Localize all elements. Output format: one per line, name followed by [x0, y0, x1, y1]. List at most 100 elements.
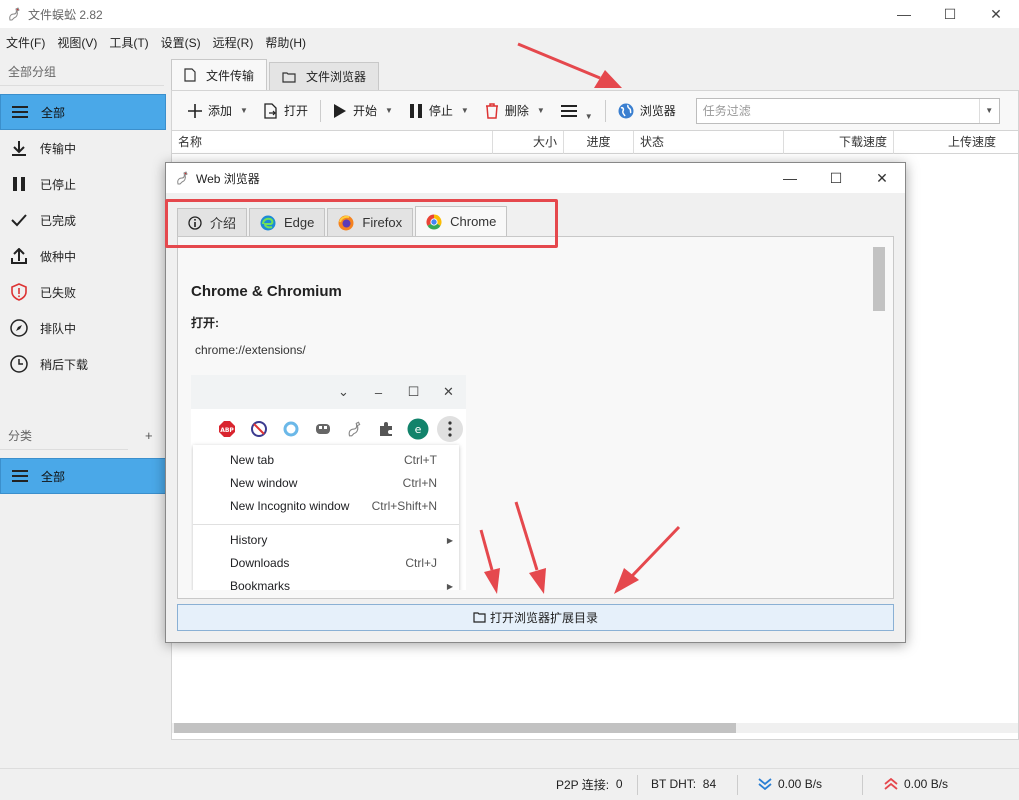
panel-heading: Chrome & Chromium [191, 283, 342, 300]
column-status[interactable]: 状态 [634, 131, 784, 154]
shield-alert-icon [10, 283, 28, 301]
title-bar: 文件蜈蚣 2.82 — ☐ ✕ [0, 0, 1019, 28]
column-progress[interactable]: 进度 [564, 131, 634, 154]
chrome-extension-bar: ABP e [191, 409, 466, 449]
pause-icon [409, 103, 423, 119]
chevron-down-icon[interactable]: ▼ [978, 98, 999, 123]
sidebar-item-failed[interactable]: 已失败 [0, 274, 166, 310]
sidebar-item-seeding[interactable]: 做种中 [0, 238, 166, 274]
open-label: 打开: [191, 316, 219, 330]
toolbar-divider [604, 99, 606, 122]
chevron-right-icon: ▶ [446, 581, 453, 591]
sidebar-item-completed[interactable]: 已完成 [0, 202, 166, 238]
status-divider [862, 775, 863, 795]
pause-icon [10, 175, 28, 193]
chevron-down-icon: ▼ [240, 106, 248, 115]
dialog-maximize-button[interactable]: ☐ [813, 163, 859, 193]
add-button[interactable]: 添加 ▼ [180, 97, 256, 125]
task-filter-combobox[interactable]: ▼ [695, 97, 1000, 124]
sidebar-item-transferring[interactable]: 传输中 [0, 130, 166, 166]
chrome-menu-screenshot: ⌄ – ☐ ✕ ABP e New tab Ctrl+T New window Ct… [191, 375, 466, 590]
menu-remote[interactable]: 远程(R) [207, 34, 260, 51]
open-extensions-folder-button[interactable]: 打开浏览器扩展目录 [177, 604, 894, 631]
stop-button[interactable]: 停止 ▼ [401, 97, 477, 125]
sidebar-item-later[interactable]: 稍后下载 [0, 346, 166, 382]
column-name[interactable]: 名称 [172, 131, 493, 154]
bt-dht-count: BT DHT: 84 [651, 777, 717, 791]
column-upload-speed[interactable]: 上传速度 [894, 131, 1002, 154]
tab-file-browser[interactable]: 文件浏览器 [269, 62, 380, 90]
minimize-button[interactable]: — [881, 0, 927, 28]
maximize-button[interactable]: ☐ [927, 0, 973, 28]
sidebar-item-label: 做种中 [40, 249, 77, 264]
trash-icon [485, 102, 499, 119]
sidebar-item-label: 传输中 [40, 141, 77, 156]
close-button[interactable]: ✕ [973, 0, 1019, 28]
column-download-speed[interactable]: 下载速度 [784, 131, 894, 154]
category-item-all[interactable]: 全部 [0, 458, 166, 494]
kebab-menu-icon [434, 416, 466, 442]
compass-icon [10, 319, 28, 337]
more-menu-button[interactable]: ▼ [553, 97, 601, 125]
download-icon [10, 139, 28, 157]
delete-button[interactable]: 删除 ▼ [477, 97, 553, 125]
menu-item-new-window: New window Ctrl+N [230, 476, 437, 490]
menu-help[interactable]: 帮助(H) [259, 34, 312, 51]
sidebar-item-label: 排队中 [40, 321, 77, 336]
menu-bar: 文件(F) 视图(V) 工具(T) 设置(S) 远程(R) 帮助(H) [0, 30, 312, 54]
double-chevron-up-icon [884, 778, 898, 790]
menu-item-bookmarks: Bookmarks ▶ [230, 579, 453, 591]
dialog-close-button[interactable]: ✕ [859, 163, 905, 193]
status-divider [637, 775, 638, 795]
start-button[interactable]: 开始 ▼ [325, 97, 401, 125]
window-title: 文件蜈蚣 2.82 [28, 7, 103, 22]
hamburger-menu-icon [560, 104, 577, 118]
main-tabs: 文件传输 文件浏览器 [171, 58, 1019, 90]
sidebar-item-queued[interactable]: 排队中 [0, 310, 166, 346]
category-item-label: 全部 [41, 469, 66, 484]
tab-file-transfer[interactable]: 文件传输 [171, 59, 268, 90]
maximize-icon: ☐ [407, 384, 420, 399]
groups-header: 全部分组 [0, 58, 164, 86]
browser-button[interactable]: 浏览器 [610, 97, 684, 125]
close-icon: ✕ [443, 384, 454, 399]
minimize-icon: – [374, 384, 383, 400]
sidebar-item-label: 全部 [41, 105, 66, 120]
chrome-dropdown-menu: New tab Ctrl+T New window Ctrl+N New Incog… [193, 445, 459, 590]
toolbar: 添加 ▼ 打开 开始 ▼ 停止 ▼ 删除 ▼ ▼ 浏览器 任务过滤 ▼ [171, 90, 1019, 130]
chrome-window-controls: ⌄ – ☐ ✕ [191, 375, 466, 409]
task-table-header: 名称 大小 进度 状态 下载速度 上传速度 [171, 130, 1019, 154]
dialog-minimize-button[interactable]: — [767, 163, 813, 193]
column-size[interactable]: 大小 [493, 131, 564, 154]
upload-icon [10, 247, 28, 265]
add-category-button[interactable]: + [145, 428, 153, 443]
gamepad-icon [307, 420, 339, 438]
scrollbar-thumb[interactable] [174, 723, 736, 733]
chevron-down-icon: ▼ [460, 106, 469, 115]
sidebar-item-label: 稍后下载 [40, 357, 89, 372]
chevron-down-icon: ▼ [584, 112, 593, 121]
download-speed: 0.00 B/s [758, 769, 822, 799]
menu-file[interactable]: 文件(F) [0, 34, 51, 51]
profile-avatar-icon: e [402, 418, 434, 440]
menu-settings[interactable]: 设置(S) [155, 34, 207, 51]
horizontal-scrollbar[interactable] [172, 723, 1018, 733]
open-file-icon [264, 102, 278, 119]
chevron-down-icon: ▼ [384, 106, 393, 115]
menu-item-new-incognito: New Incognito window Ctrl+Shift+N [230, 499, 437, 513]
vertical-scrollbar-thumb[interactable] [873, 247, 885, 311]
block-icon [243, 420, 275, 438]
menu-tools[interactable]: 工具(T) [103, 34, 154, 51]
sidebar-item-stopped[interactable]: 已停止 [0, 166, 166, 202]
menu-item-downloads: Downloads Ctrl+J [230, 556, 437, 570]
chevron-down-icon: ⌄ [338, 384, 349, 399]
chevron-right-icon: ▶ [446, 535, 453, 545]
upload-speed: 0.00 B/s [884, 769, 948, 799]
open-button[interactable]: 打开 [256, 97, 316, 125]
menu-view[interactable]: 视图(V) [51, 34, 103, 51]
extensions-url: chrome://extensions/ [195, 343, 306, 357]
sidebar: 全部分组 全部 传输中 已停止 已完成 做种中 已失败 排队中 稍后下载 分类 … [0, 58, 166, 758]
task-filter-input[interactable] [696, 103, 979, 118]
list-icon [11, 467, 29, 485]
sidebar-item-all[interactable]: 全部 [0, 94, 166, 130]
